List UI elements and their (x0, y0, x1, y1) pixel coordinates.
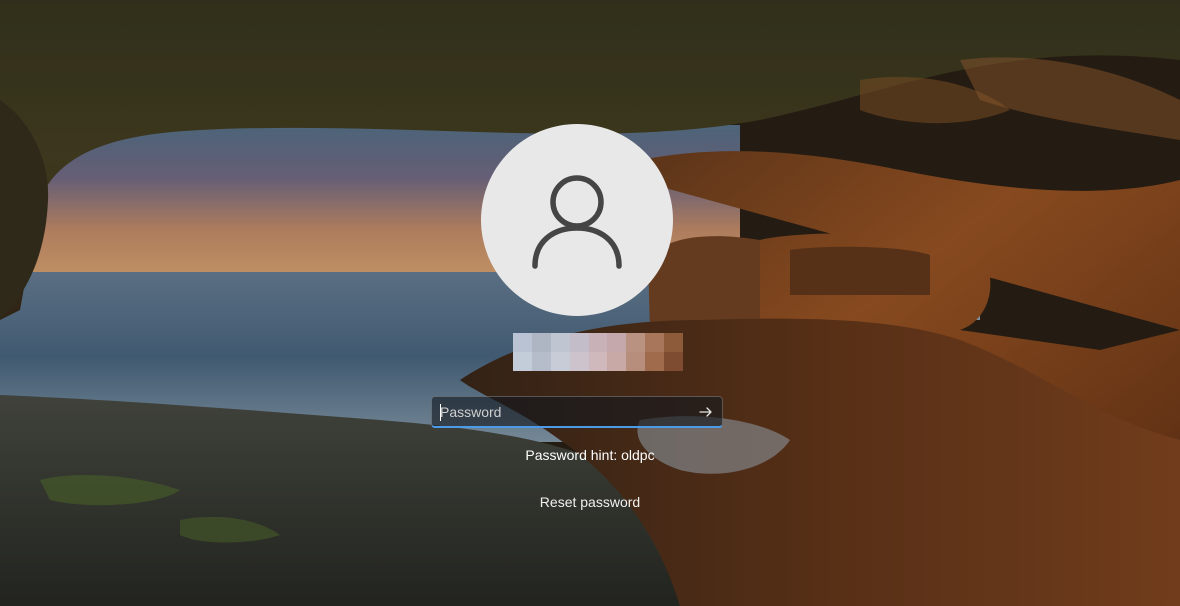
text-caret (440, 404, 441, 421)
password-field-container[interactable] (431, 396, 723, 428)
lock-screen: Password hint: oldpc Reset password (0, 0, 1180, 606)
person-icon (532, 175, 622, 269)
username-pixelated (513, 333, 683, 371)
arrow-right-icon (699, 406, 712, 417)
user-avatar[interactable] (481, 124, 673, 316)
reset-password-link[interactable]: Reset password (540, 494, 640, 510)
reset-password-row: Reset password (0, 494, 1180, 510)
password-input[interactable] (432, 397, 690, 426)
password-hint: Password hint: oldpc (525, 447, 655, 463)
submit-arrow-button[interactable] (690, 397, 722, 426)
